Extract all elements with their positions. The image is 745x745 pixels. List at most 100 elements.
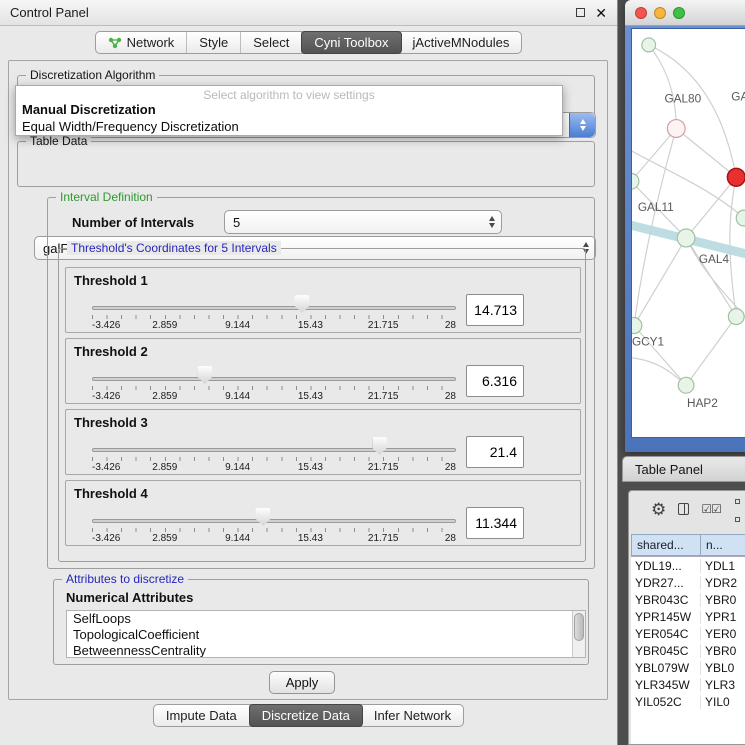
table-row[interactable]: YIL052CYIL0 bbox=[631, 693, 745, 710]
tab-impute-data[interactable]: Impute Data bbox=[154, 705, 250, 726]
unselect-checkbox-icon[interactable] bbox=[735, 517, 740, 522]
table-cell: YBR0 bbox=[701, 593, 745, 607]
threshold-2-value-input[interactable] bbox=[466, 365, 524, 397]
combobox-stepper-icon[interactable] bbox=[569, 113, 595, 137]
slider-ticks bbox=[92, 457, 456, 461]
table-row[interactable]: YBR043CYBR0 bbox=[631, 591, 745, 608]
table-cell: YER0 bbox=[701, 627, 745, 641]
gear-icon[interactable]: ⚙ bbox=[651, 501, 666, 518]
slider-track[interactable] bbox=[92, 519, 456, 523]
tab-label: Select bbox=[253, 35, 289, 50]
table-panel-header: Table Panel bbox=[622, 456, 745, 482]
network-node[interactable] bbox=[667, 120, 685, 138]
threshold-3-slider[interactable]: -3.426 2.859 9.144 15.43 21.715 28 bbox=[92, 432, 456, 474]
slider-track[interactable] bbox=[92, 448, 456, 452]
slider-tick-labels: -3.426 2.859 9.144 15.43 21.715 28 bbox=[92, 533, 456, 545]
tick-label: 9.144 bbox=[225, 533, 250, 544]
slider-tick-labels: -3.426 2.859 9.144 15.43 21.715 28 bbox=[92, 391, 456, 403]
threshold-2-slider[interactable]: -3.426 2.859 9.144 15.43 21.715 28 bbox=[92, 361, 456, 403]
unselect-checkbox-icon[interactable] bbox=[735, 499, 740, 504]
network-node-label: GA bbox=[731, 90, 745, 104]
tab-discretize-data[interactable]: Discretize Data bbox=[249, 704, 363, 727]
threshold-2-panel: Threshold 2 -3.426 2.859 9.144 15.43 21.… bbox=[65, 338, 581, 404]
tick-label: 21.715 bbox=[368, 391, 399, 402]
table-toolbar: ⚙ ☑☑ bbox=[629, 491, 745, 527]
tick-label: 15.43 bbox=[298, 533, 323, 544]
tab-label: Cyni Toolbox bbox=[314, 35, 388, 50]
tick-label: 21.715 bbox=[368, 533, 399, 544]
tick-label: 2.859 bbox=[152, 533, 177, 544]
threshold-3-value-input[interactable] bbox=[466, 436, 524, 468]
table-row[interactable]: YER054CYER0 bbox=[631, 625, 745, 642]
scrollbar-thumb[interactable] bbox=[574, 613, 584, 641]
threshold-label: Threshold 3 bbox=[74, 415, 148, 430]
dropdown-hint: Select algorithm to view settings bbox=[16, 86, 562, 101]
network-view-window: GAL80GAGAL11GAL4GCY1HAP2 bbox=[625, 0, 745, 452]
network-node[interactable] bbox=[727, 168, 745, 186]
table-cell: YBR043C bbox=[631, 593, 701, 607]
table-row[interactable]: YDL19...YDL1 bbox=[631, 557, 745, 574]
tab-cyni-toolbox[interactable]: Cyni Toolbox bbox=[301, 31, 401, 54]
table-rows: YDL19...YDL1 YDR27...YDR2 YBR043CYBR0 YP… bbox=[631, 556, 745, 744]
table-panel-title: Table Panel bbox=[635, 462, 703, 477]
slider-track[interactable] bbox=[92, 306, 456, 310]
tick-label: -3.426 bbox=[92, 320, 120, 331]
tab-style[interactable]: Style bbox=[187, 32, 241, 53]
network-node[interactable] bbox=[632, 173, 639, 189]
table-panel-window: ⚙ ☑☑ shared... n... YDL19...YDL1 YDR27..… bbox=[628, 490, 745, 745]
tab-jactivemnodules[interactable]: jActiveMNodules bbox=[401, 32, 522, 53]
dropdown-option-manual-discretization[interactable]: Manual Discretization bbox=[16, 101, 562, 118]
combobox-value: 5 bbox=[225, 215, 483, 230]
dropdown-option-equal-width-frequency[interactable]: Equal Width/Frequency Discretization bbox=[16, 118, 562, 135]
network-node[interactable] bbox=[632, 318, 642, 334]
slider-thumb-icon[interactable] bbox=[256, 508, 271, 526]
minimize-traffic-light[interactable] bbox=[654, 7, 666, 19]
network-icon bbox=[108, 37, 122, 49]
table-cell: YPR145W bbox=[631, 610, 701, 624]
number-of-intervals-combobox[interactable]: 5 bbox=[224, 210, 502, 234]
network-node[interactable] bbox=[677, 229, 695, 247]
table-row[interactable]: YDR27...YDR2 bbox=[631, 574, 745, 591]
select-all-checkbox-icon[interactable]: ☑☑ bbox=[701, 502, 721, 516]
threshold-4-value-input[interactable] bbox=[466, 507, 524, 539]
threshold-label: Threshold 1 bbox=[74, 273, 148, 288]
tab-infer-network[interactable]: Infer Network bbox=[362, 705, 463, 726]
slider-thumb-icon[interactable] bbox=[295, 295, 310, 313]
threshold-1-slider[interactable]: -3.426 2.859 9.144 15.43 21.715 28 bbox=[92, 290, 456, 332]
cyni-toolbox-panel: Discretization Algorithm Select algorith… bbox=[8, 60, 608, 700]
close-window-icon[interactable]: ✕ bbox=[595, 6, 607, 20]
column-header-name[interactable]: n... bbox=[701, 534, 745, 556]
list-scrollbar[interactable] bbox=[572, 611, 585, 657]
threshold-3-panel: Threshold 3 -3.426 2.859 9.144 15.43 21.… bbox=[65, 409, 581, 475]
table-row[interactable]: YBL079WYBL0 bbox=[631, 659, 745, 676]
network-node[interactable] bbox=[642, 38, 656, 52]
combobox-stepper-icon[interactable] bbox=[483, 211, 501, 233]
table-cell: YIL0 bbox=[701, 695, 745, 709]
network-node[interactable] bbox=[678, 377, 694, 393]
slider-thumb-icon[interactable] bbox=[372, 437, 387, 455]
apply-button[interactable]: Apply bbox=[269, 671, 335, 694]
slider-thumb-icon[interactable] bbox=[197, 366, 212, 384]
tab-select[interactable]: Select bbox=[241, 32, 302, 53]
columns-icon[interactable] bbox=[678, 503, 689, 515]
slider-track[interactable] bbox=[92, 377, 456, 381]
list-item-betweennesscentrality[interactable]: BetweennessCentrality bbox=[67, 643, 585, 658]
network-node[interactable] bbox=[728, 309, 744, 325]
table-cell: YDR2 bbox=[701, 576, 745, 590]
network-canvas[interactable]: GAL80GAGAL11GAL4GCY1HAP2 bbox=[631, 28, 745, 438]
list-item-selfloops[interactable]: SelfLoops bbox=[67, 611, 585, 627]
tick-label: 15.43 bbox=[298, 320, 323, 331]
column-header-shared[interactable]: shared... bbox=[631, 534, 701, 556]
numerical-attributes-list: SelfLoops TopologicalCoefficient Between… bbox=[66, 610, 586, 658]
list-item-topologicalcoefficient[interactable]: TopologicalCoefficient bbox=[67, 627, 585, 643]
close-traffic-light[interactable] bbox=[635, 7, 647, 19]
threshold-4-slider[interactable]: -3.426 2.859 9.144 15.43 21.715 28 bbox=[92, 503, 456, 545]
float-window-icon[interactable] bbox=[576, 8, 585, 17]
tab-network[interactable]: Network bbox=[96, 32, 188, 53]
table-row[interactable]: YPR145WYPR1 bbox=[631, 608, 745, 625]
table-row[interactable]: YLR345WYLR3 bbox=[631, 676, 745, 693]
table-row[interactable]: YBR045CYBR0 bbox=[631, 642, 745, 659]
threshold-1-value-input[interactable] bbox=[466, 294, 524, 326]
zoom-traffic-light[interactable] bbox=[673, 7, 685, 19]
interval-definition-group: Interval Definition Number of Intervals … bbox=[47, 197, 595, 569]
